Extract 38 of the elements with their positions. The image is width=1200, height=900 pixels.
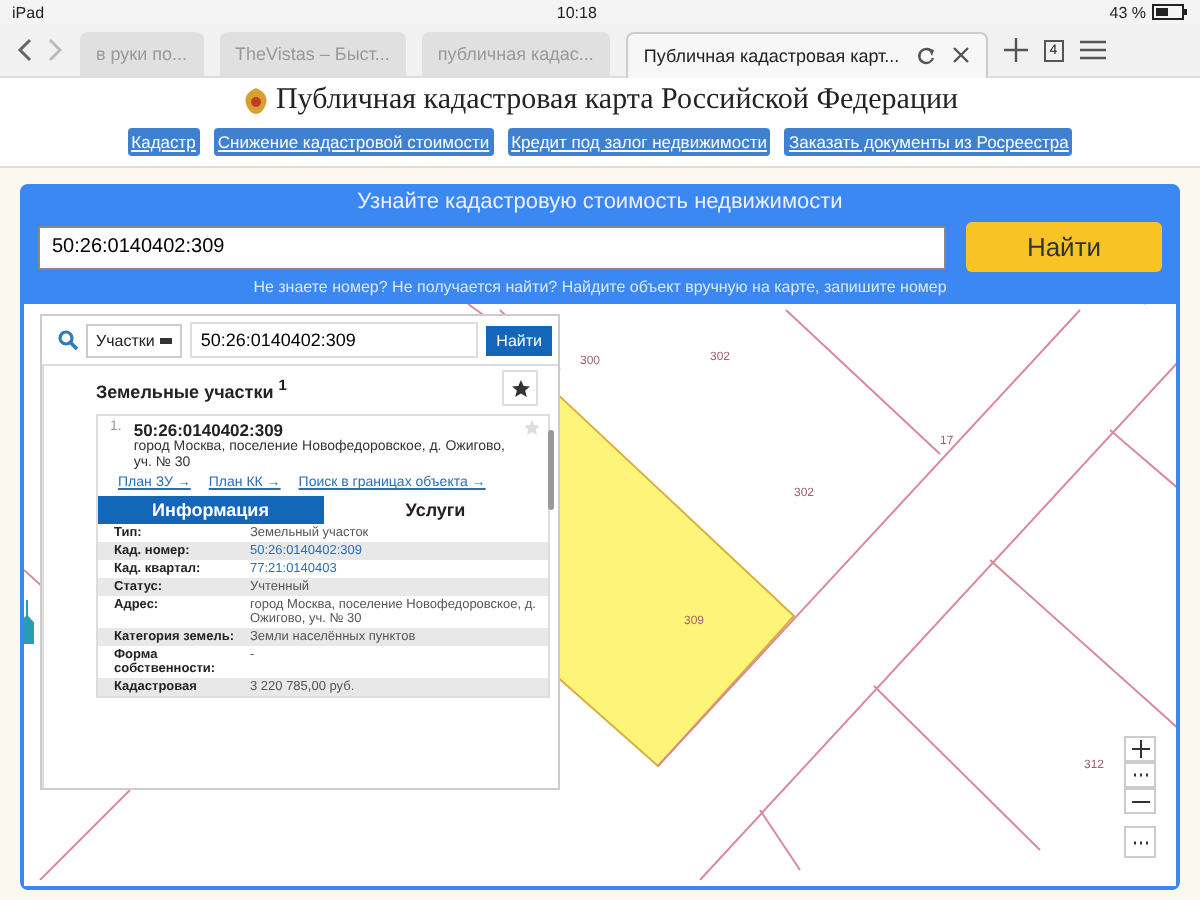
query-field[interactable]: 50:26:0140402:309 <box>190 322 479 358</box>
reload-icon[interactable] <box>915 45 936 65</box>
more-button[interactable] <box>1124 826 1156 858</box>
caret-icon <box>160 337 173 343</box>
nav-link-button[interactable]: Снижение кадастровой стоимости <box>213 128 494 156</box>
emblem-icon <box>241 85 270 115</box>
search-icon <box>58 330 78 350</box>
minus-icon <box>1131 799 1149 803</box>
type-dropdown[interactable]: Участки <box>86 323 183 357</box>
cadastral-number[interactable]: 50:26:0140402:309 <box>133 420 512 440</box>
plus-icon[interactable] <box>1003 38 1028 62</box>
cadastral-number-field[interactable]: 50:26:0140402:309 <box>38 225 946 269</box>
panel-title: Узнайте кадастровую стоимость недвижимости <box>355 190 845 214</box>
find-button[interactable]: Найти <box>966 222 1162 272</box>
map-pin-icon <box>24 600 34 644</box>
nav-link-button[interactable]: Кадастр <box>127 128 200 156</box>
menu-icon[interactable] <box>1079 40 1106 60</box>
site-title: Публичная кадастровая карта Российской Федерации <box>275 83 959 117</box>
favorite-button[interactable] <box>502 370 538 406</box>
scrollbar[interactable] <box>548 430 554 510</box>
nav-link-button[interactable]: Кредит под залог недвижимости <box>507 128 771 156</box>
battery-icon <box>1152 4 1188 20</box>
back-icon[interactable] <box>16 38 32 62</box>
browser-tab[interactable]: Публичная кадастровая карт... <box>625 31 988 77</box>
battery-percent: 43 % <box>1109 3 1146 21</box>
zoom-out-button[interactable] <box>1124 788 1156 814</box>
zoom-in-button[interactable] <box>1124 736 1156 762</box>
search-button[interactable]: Найти <box>486 325 552 355</box>
star-icon[interactable] <box>524 420 540 436</box>
nav-link-button[interactable]: Заказать документы из Росреестра <box>784 128 1073 156</box>
plus-icon <box>1131 740 1149 758</box>
clock-time: 10:18 <box>556 3 597 21</box>
device-name: iPad <box>12 3 45 21</box>
close-icon[interactable] <box>951 46 970 64</box>
info-tab[interactable]: Информация <box>98 496 323 524</box>
results-heading: Земельные участки $^{1}$ <box>96 375 287 401</box>
star-icon <box>511 379 529 397</box>
hint-text: Не знаете номер? Не получается найти? Найдите объект вручную на карте, запишите номер <box>251 278 949 296</box>
